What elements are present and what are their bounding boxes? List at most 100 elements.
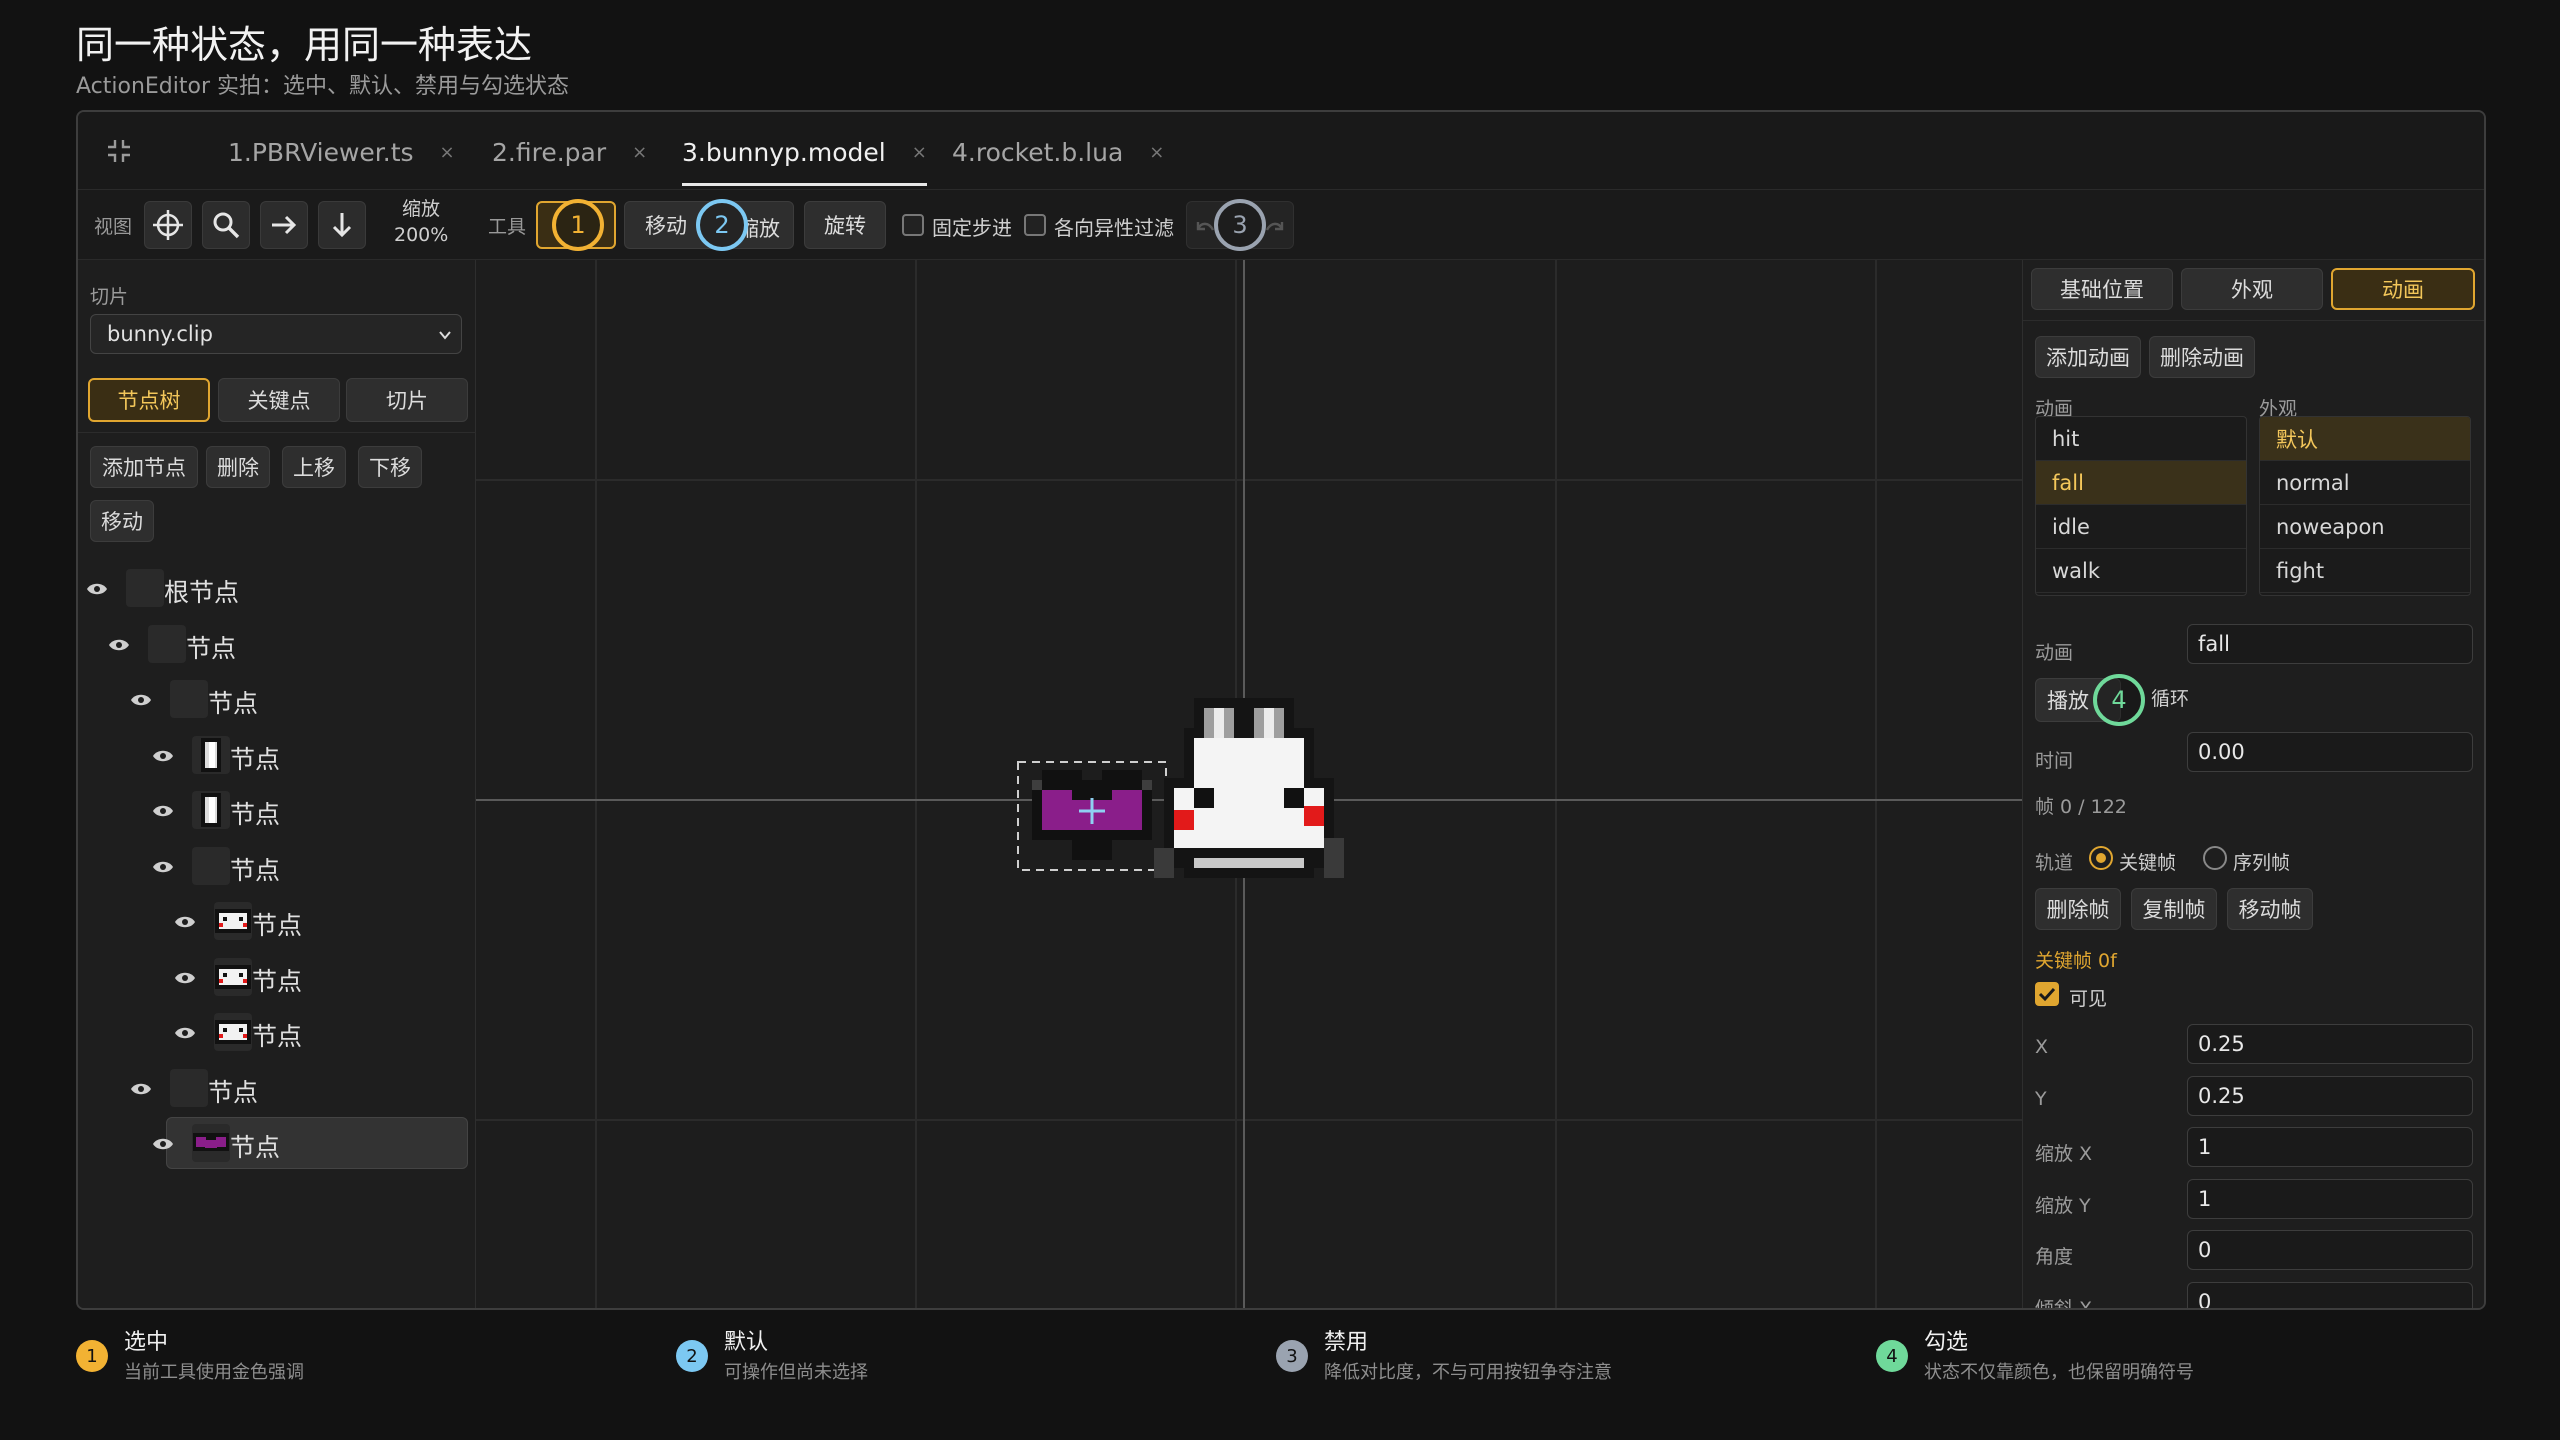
fixed-step-checkbox[interactable] xyxy=(902,214,924,236)
canvas-viewport[interactable] xyxy=(476,260,2022,1308)
eye-icon[interactable] xyxy=(86,581,108,600)
delete-node-button[interactable]: 删除 xyxy=(206,446,270,488)
move-frame-button[interactable]: 移动帧 xyxy=(2227,888,2313,930)
eye-icon[interactable] xyxy=(152,859,174,878)
property-input[interactable]: 0.25 xyxy=(2187,1024,2473,1064)
eye-icon[interactable] xyxy=(108,637,130,656)
tab-node-tree[interactable]: 节点树 xyxy=(88,378,210,422)
legend-title: 勾选 xyxy=(1924,1330,1969,1355)
clip-select[interactable]: bunny.clip xyxy=(90,314,462,354)
move-node-button[interactable]: 移动 xyxy=(90,500,154,542)
add-animation-button[interactable]: 添加动画 xyxy=(2035,336,2141,378)
legend-description: 状态不仅靠颜色，也保留明确符号 xyxy=(1924,1362,2194,1383)
eye-icon[interactable] xyxy=(152,803,174,822)
tree-node[interactable]: 节点 xyxy=(78,1062,476,1116)
close-icon[interactable]: × xyxy=(1149,142,1164,163)
tree-node[interactable]: 节点 xyxy=(78,1006,476,1060)
close-icon[interactable]: × xyxy=(912,142,927,163)
tree-node[interactable]: 节点 xyxy=(78,784,476,838)
eye-icon[interactable] xyxy=(174,970,196,989)
legend-badge: 4 xyxy=(1876,1340,1908,1372)
skin-list-item[interactable]: fight xyxy=(2260,549,2470,593)
collapse-icon[interactable] xyxy=(104,136,134,166)
property-input[interactable]: 0 xyxy=(2187,1230,2473,1270)
skin-list-item[interactable]: normal xyxy=(2260,461,2470,505)
add-node-button[interactable]: 添加节点 xyxy=(90,446,198,488)
delete-frame-button[interactable]: 删除帧 xyxy=(2035,888,2121,930)
clip-label: 切片 xyxy=(90,286,129,308)
crosshair-button[interactable] xyxy=(144,201,192,249)
skin-list-item[interactable]: noweapon xyxy=(2260,505,2470,549)
tree-node[interactable]: 节点 xyxy=(78,673,476,727)
sequence-radio[interactable] xyxy=(2203,846,2227,870)
tree-node[interactable]: 节点 xyxy=(78,951,476,1005)
visible-checkbox[interactable] xyxy=(2035,982,2059,1006)
tab-label: 2.fire.par xyxy=(492,137,607,167)
eye-icon[interactable] xyxy=(174,1025,196,1044)
node-thumbnail xyxy=(192,791,230,829)
time-input[interactable]: 0.00 xyxy=(2187,732,2473,772)
animation-name-input[interactable]: fall xyxy=(2187,624,2473,664)
tree-node[interactable]: 节点 xyxy=(78,895,476,949)
tree-node[interactable]: 节点 xyxy=(78,618,476,672)
node-thumbnail xyxy=(192,1124,230,1162)
tab-slices[interactable]: 切片 xyxy=(346,378,468,422)
property-input[interactable]: 1 xyxy=(2187,1127,2473,1167)
keyframe-radio[interactable] xyxy=(2089,846,2113,870)
anisotropic-checkbox[interactable] xyxy=(1024,214,1046,236)
eye-icon[interactable] xyxy=(152,748,174,767)
arrow-down-button[interactable] xyxy=(318,201,366,249)
close-icon[interactable]: × xyxy=(632,142,647,163)
animation-list-item[interactable]: fall xyxy=(2036,461,2246,505)
node-thumbnail xyxy=(214,902,252,940)
eye-icon[interactable] xyxy=(152,1136,174,1155)
marker-2: 2 xyxy=(696,199,748,251)
move-down-button[interactable]: 下移 xyxy=(358,446,422,488)
legend-title: 默认 xyxy=(724,1330,769,1355)
tree-node-label: 节点 xyxy=(252,1022,303,1051)
tree-node[interactable]: 节点 xyxy=(78,840,476,894)
button-label: 添加动画 xyxy=(2046,346,2130,370)
bunny-sprite[interactable] xyxy=(1144,688,1364,908)
move-label: 移动 xyxy=(645,214,687,238)
delete-animation-button[interactable]: 删除动画 xyxy=(2149,336,2255,378)
move-up-button[interactable]: 上移 xyxy=(282,446,346,488)
radio-dot xyxy=(2096,853,2106,863)
tree-node[interactable]: 节点 xyxy=(78,1117,476,1171)
marker-3: 3 xyxy=(1214,199,1266,251)
node-thumbnail xyxy=(214,957,252,996)
button-label: 移动帧 xyxy=(2238,898,2302,922)
property-input[interactable]: 1 xyxy=(2187,1178,2473,1219)
eye-icon[interactable] xyxy=(130,1081,152,1100)
tab-base-position[interactable]: 基础位置 xyxy=(2031,268,2173,310)
copy-frame-button[interactable]: 复制帧 xyxy=(2131,888,2217,930)
animation-list-item[interactable]: walk xyxy=(2036,549,2246,593)
property-label: 缩放 X xyxy=(2035,1143,2093,1165)
tab-bunnyp-model[interactable]: 3.bunnyp.model × xyxy=(682,130,927,186)
animation-list-item[interactable]: idle xyxy=(2036,505,2246,549)
eye-icon[interactable] xyxy=(174,914,196,933)
skin-list-item[interactable]: 默认 xyxy=(2260,417,2470,461)
tab-appearance[interactable]: 外观 xyxy=(2181,268,2323,310)
property-label: 缩放 Y xyxy=(2035,1194,2091,1217)
arrow-right-button[interactable] xyxy=(260,201,308,249)
search-button[interactable] xyxy=(202,201,250,249)
tab-rocket[interactable]: 4.rocket.b.lua × xyxy=(952,130,1164,174)
tab-fire[interactable]: 2.fire.par × xyxy=(492,130,647,174)
close-icon[interactable]: × xyxy=(440,142,455,163)
node-thumbnail xyxy=(148,624,186,663)
tab-keypoints[interactable]: 关键点 xyxy=(218,378,340,422)
tree-node[interactable]: 根节点 xyxy=(78,562,476,616)
button-label: 删除帧 xyxy=(2046,898,2110,922)
right-panel: 基础位置 外观 动画 添加动画 删除动画 动画 外观 hit fall idle wa… xyxy=(2022,260,2484,1308)
tree-node[interactable]: 节点 xyxy=(78,729,476,783)
tab-pbrviewer[interactable]: 1.PBRViewer.ts × xyxy=(228,130,455,174)
animation-list-item[interactable]: hit xyxy=(2036,417,2246,461)
property-input[interactable]: 0 xyxy=(2187,1281,2473,1308)
rotate-tool-button[interactable]: 旋转 xyxy=(804,201,886,249)
page-title: 同一种状态，用同一种表达 xyxy=(76,23,533,67)
tab-animation[interactable]: 动画 xyxy=(2331,268,2475,310)
arrow-down-icon xyxy=(332,213,352,238)
property-input[interactable]: 0.25 xyxy=(2187,1075,2473,1116)
eye-icon[interactable] xyxy=(130,692,152,711)
